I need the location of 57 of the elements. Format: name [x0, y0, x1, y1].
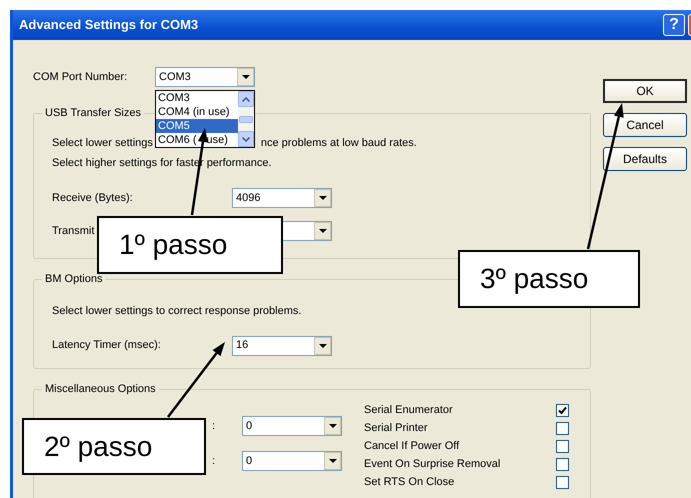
- help-button[interactable]: ?: [663, 14, 685, 36]
- chevron-up-icon: [242, 96, 250, 102]
- dropdown-button[interactable]: [314, 336, 331, 354]
- option-label: Event On Surprise Removal: [364, 456, 502, 472]
- field-label: Receive (Bytes):: [52, 190, 134, 206]
- field-label: Transmit: [52, 224, 96, 239]
- list-item[interactable]: COM4 (in use): [156, 105, 238, 119]
- dialog-button[interactable]: Cancel: [603, 113, 687, 137]
- dropdown-button[interactable]: [237, 68, 254, 86]
- scroll-up-button[interactable]: [238, 91, 254, 107]
- dropdown-button[interactable]: [324, 417, 341, 435]
- checkbox[interactable]: [556, 458, 569, 470]
- dropdown-field[interactable]: 4096: [232, 188, 332, 208]
- dropdown-field[interactable]: COM3: [155, 67, 255, 87]
- field-label: COM Port Number:: [33, 70, 128, 85]
- hint-text: Select lower settings: [52, 136, 153, 151]
- callout-tooltip: 2º passo: [22, 418, 206, 475]
- dropdown-button[interactable]: [324, 452, 341, 470]
- checkbox[interactable]: [556, 440, 569, 452]
- caret-icon: [242, 75, 250, 79]
- dropdown-button[interactable]: [314, 222, 331, 240]
- caret-icon: [328, 459, 336, 463]
- callout-tooltip: 1º passo: [97, 216, 283, 274]
- option-label: Cancel If Power Off: [364, 438, 460, 454]
- scrollbar[interactable]: [238, 91, 254, 147]
- field-label: :: [212, 454, 216, 469]
- dropdown-field[interactable]: 0: [242, 451, 342, 471]
- hint-text: nce problems at low baud rates.: [260, 136, 417, 151]
- window-title: Advanced Settings for COM3: [19, 16, 198, 34]
- dropdown-button[interactable]: [314, 189, 331, 207]
- dialog-button[interactable]: Defaults: [603, 147, 687, 171]
- dropdown-field[interactable]: 16: [232, 336, 332, 356]
- list-item[interactable]: COM3: [156, 91, 238, 105]
- checkbox[interactable]: [556, 476, 569, 488]
- scroll-thumb[interactable]: [239, 116, 253, 122]
- chevron-down-icon: [242, 136, 250, 142]
- caret-icon: [318, 344, 326, 348]
- caret-icon: [328, 424, 336, 428]
- checkbox[interactable]: [556, 404, 569, 416]
- list-item[interactable]: COM6 ( use): [156, 133, 238, 147]
- group-title: Miscellaneous Options: [42, 382, 159, 397]
- dropdown-field[interactable]: 0: [242, 416, 342, 436]
- hint-text: Select lower settings to correct response problems.: [52, 304, 302, 319]
- option-label: Serial Printer: [364, 420, 429, 436]
- caret-icon: [318, 229, 326, 233]
- callout-tooltip: 3º passo: [458, 250, 640, 308]
- checkbox[interactable]: [556, 422, 569, 434]
- option-label: Serial Enumerator: [364, 402, 454, 418]
- dialog-button[interactable]: OK: [603, 79, 687, 103]
- caret-icon: [318, 196, 326, 200]
- scroll-down-button[interactable]: [238, 131, 254, 147]
- option-label: Set RTS On Close: [364, 474, 456, 490]
- list-item[interactable]: COM5: [156, 119, 238, 133]
- check-icon: [558, 406, 567, 414]
- field-label: :: [212, 418, 216, 434]
- group-title: BM Options: [42, 272, 106, 287]
- field-label: Latency Timer (msec):: [52, 338, 162, 354]
